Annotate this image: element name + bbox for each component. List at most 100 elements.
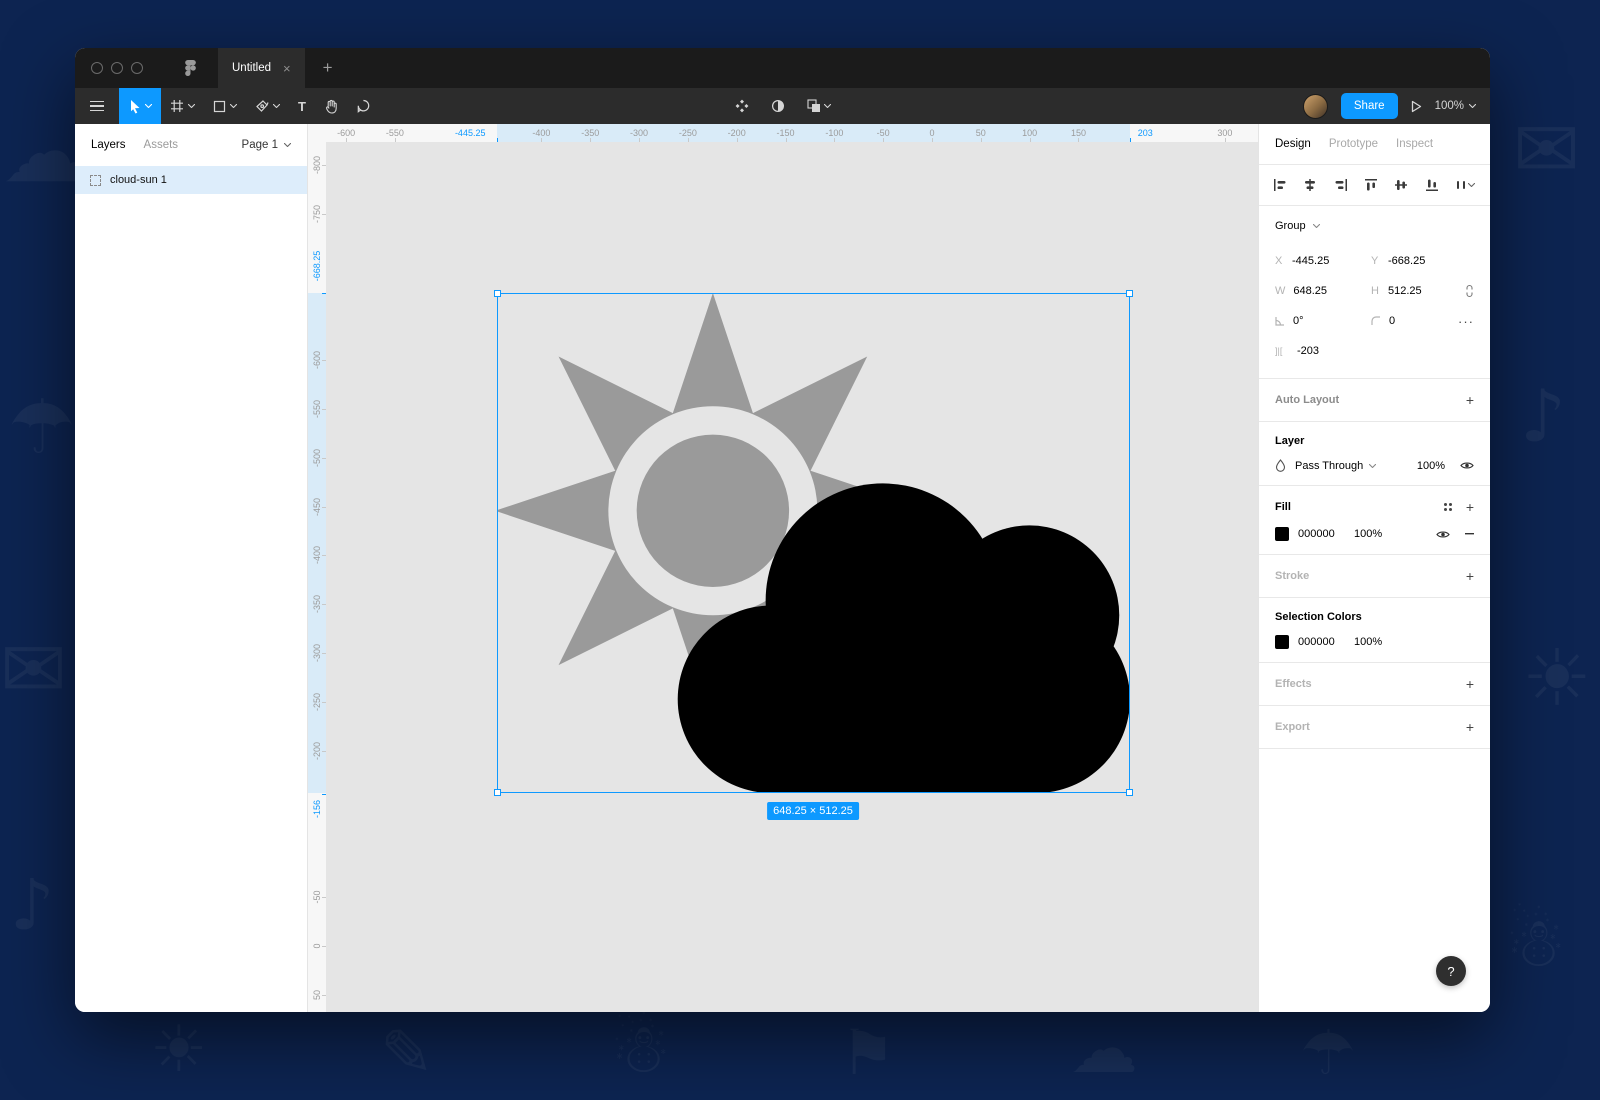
rotation-field[interactable]: 0° xyxy=(1275,315,1371,327)
canvas[interactable]: 648.25 × 512.25 -600-550-445.25-400-350-… xyxy=(308,124,1258,1012)
alignment-toolbar xyxy=(1259,165,1490,206)
hand-tool-button[interactable] xyxy=(315,88,347,124)
new-tab-button[interactable]: + xyxy=(323,58,333,78)
ruler-label: -100 xyxy=(825,128,843,138)
page-selector[interactable]: Page 1 xyxy=(242,139,291,151)
width-value[interactable]: 648.25 xyxy=(1293,285,1327,297)
tab-design[interactable]: Design xyxy=(1275,138,1311,150)
x-field[interactable]: X -445.25 xyxy=(1275,255,1371,267)
layer-row-cloud-sun[interactable]: cloud-sun 1 xyxy=(75,166,307,194)
ruler-label: -350 xyxy=(312,595,322,613)
align-left-icon[interactable] xyxy=(1274,179,1286,191)
selection-handle-top-left[interactable] xyxy=(494,290,501,297)
tab-layers[interactable]: Layers xyxy=(91,139,126,151)
fill-color-swatch[interactable] xyxy=(1275,527,1289,541)
tab-assets[interactable]: Assets xyxy=(144,139,179,151)
layer-opacity-value[interactable]: 100% xyxy=(1417,460,1445,472)
chevron-down-icon[interactable] xyxy=(824,104,831,108)
spacing-row: ]|[ -203 xyxy=(1275,336,1474,366)
layer-visibility-eye-icon[interactable] xyxy=(1460,461,1474,470)
share-button[interactable]: Share xyxy=(1341,93,1398,119)
frame-tool-icon xyxy=(170,99,184,113)
fill-visibility-eye-icon[interactable] xyxy=(1436,530,1450,539)
align-horizontal-center-icon[interactable] xyxy=(1304,179,1316,191)
fullscreen-window-button[interactable] xyxy=(131,62,143,74)
background-pattern-icon: ☃ xyxy=(1505,910,1566,978)
spacing-field[interactable]: ]|[ -203 xyxy=(1275,345,1371,357)
present-button[interactable] xyxy=(1411,100,1422,113)
background-pattern-icon: ☂ xyxy=(8,390,75,465)
more-options-icon[interactable]: ··· xyxy=(1458,314,1474,329)
file-tab[interactable]: Untitled × xyxy=(218,48,305,88)
align-vertical-center-icon[interactable] xyxy=(1395,179,1407,191)
chevron-down-icon[interactable] xyxy=(145,104,152,108)
mask-icon[interactable] xyxy=(771,99,785,113)
transform-properties: X -445.25 Y -668.25 W 648.25 H 5 xyxy=(1259,246,1490,379)
rotation-value[interactable]: 0° xyxy=(1293,315,1304,327)
y-field[interactable]: Y -668.25 xyxy=(1371,255,1467,267)
align-top-icon[interactable] xyxy=(1365,179,1377,191)
add-export-icon[interactable]: + xyxy=(1466,719,1474,735)
background-pattern-icon: ⚑ xyxy=(840,1022,896,1084)
close-window-button[interactable] xyxy=(91,62,103,74)
move-tool-button[interactable] xyxy=(119,88,161,124)
shape-tool-button[interactable] xyxy=(204,88,246,124)
chevron-down-icon[interactable] xyxy=(230,104,237,108)
chevron-down-icon[interactable] xyxy=(273,104,280,108)
ruler-label: 0 xyxy=(929,128,934,138)
blend-mode-dropdown[interactable]: Pass Through xyxy=(1295,460,1376,472)
tab-prototype[interactable]: Prototype xyxy=(1329,138,1378,150)
fill-hex-value[interactable]: 000000 xyxy=(1298,528,1354,540)
ruler-label: -400 xyxy=(532,128,550,138)
y-value[interactable]: -668.25 xyxy=(1388,255,1425,267)
ruler-vertical[interactable]: -800-750-668.25-600-550-500-450-400-350-… xyxy=(308,124,326,1012)
rectangle-tool-icon xyxy=(213,100,226,113)
corner-radius-field[interactable]: 0 xyxy=(1371,315,1467,327)
add-fill-icon[interactable]: + xyxy=(1466,499,1474,515)
help-button[interactable]: ? xyxy=(1436,956,1466,986)
selection-type-dropdown[interactable]: Group xyxy=(1259,206,1490,246)
height-value[interactable]: 512.25 xyxy=(1388,285,1422,297)
corner-radius-value[interactable]: 0 xyxy=(1389,315,1395,327)
stroke-section-title: Stroke xyxy=(1275,570,1309,582)
selection-handle-bottom-left[interactable] xyxy=(494,789,501,796)
selection-color-swatch[interactable] xyxy=(1275,635,1289,649)
figma-logo-icon[interactable] xyxy=(185,60,196,76)
selection-handle-bottom-right[interactable] xyxy=(1126,789,1133,796)
fill-opacity-value[interactable]: 100% xyxy=(1354,528,1382,540)
selection-box[interactable] xyxy=(497,293,1130,793)
main-menu-button[interactable] xyxy=(75,88,119,124)
selection-handle-top-right[interactable] xyxy=(1126,290,1133,297)
x-value[interactable]: -445.25 xyxy=(1292,255,1329,267)
pen-tool-button[interactable] xyxy=(246,88,289,124)
text-tool-button[interactable]: T xyxy=(289,88,315,124)
rotation-icon xyxy=(1275,316,1285,326)
comment-tool-button[interactable] xyxy=(347,88,379,124)
ruler-horizontal[interactable]: -600-550-445.25-400-350-300-250-200-150-… xyxy=(308,124,1258,142)
component-icon[interactable] xyxy=(735,99,749,113)
align-right-icon[interactable] xyxy=(1335,179,1347,191)
close-tab-icon[interactable]: × xyxy=(283,61,291,76)
boolean-operations-button[interactable] xyxy=(807,99,831,113)
spacing-value[interactable]: -203 xyxy=(1297,345,1319,357)
layer-section-title: Layer xyxy=(1275,435,1304,447)
add-effect-icon[interactable]: + xyxy=(1466,676,1474,692)
selection-color-opacity[interactable]: 100% xyxy=(1354,636,1382,648)
distribute-spacing-button[interactable] xyxy=(1456,179,1475,191)
align-bottom-icon[interactable] xyxy=(1426,179,1438,191)
tab-inspect[interactable]: Inspect xyxy=(1396,138,1433,150)
zoom-menu-button[interactable]: 100% xyxy=(1435,100,1476,112)
minimize-window-button[interactable] xyxy=(111,62,123,74)
user-avatar[interactable] xyxy=(1303,94,1328,119)
chevron-down-icon xyxy=(1313,224,1320,228)
height-field[interactable]: H 512.25 xyxy=(1371,285,1467,297)
frame-tool-button[interactable] xyxy=(161,88,204,124)
constrain-proportions-icon[interactable] xyxy=(1465,284,1474,298)
remove-fill-icon[interactable] xyxy=(1465,533,1474,535)
fill-styles-icon[interactable] xyxy=(1444,503,1452,511)
chevron-down-icon[interactable] xyxy=(188,104,195,108)
width-field[interactable]: W 648.25 xyxy=(1275,285,1371,297)
add-stroke-icon[interactable]: + xyxy=(1466,568,1474,584)
selection-color-hex[interactable]: 000000 xyxy=(1298,636,1354,648)
add-auto-layout-icon[interactable]: + xyxy=(1466,392,1474,408)
